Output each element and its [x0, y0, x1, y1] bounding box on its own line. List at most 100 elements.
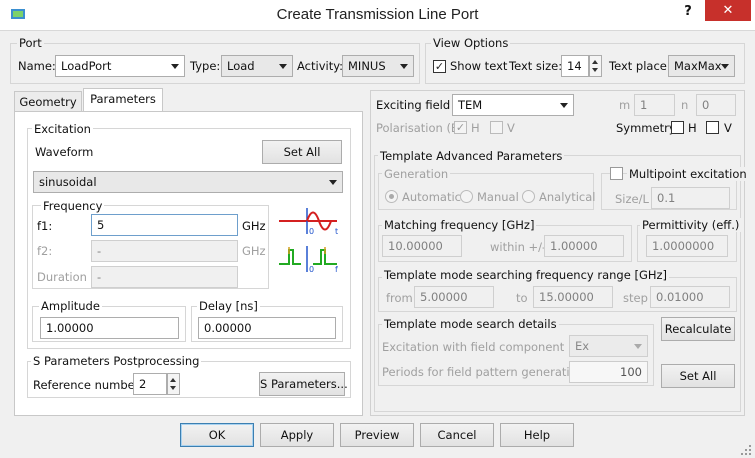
- chevron-down-icon: [634, 344, 642, 349]
- amplitude-input[interactable]: 1.00000: [40, 317, 179, 339]
- f2-input[interactable]: -: [91, 240, 238, 262]
- name-value: LoadPort: [61, 59, 112, 73]
- matching-input[interactable]: 10.00000: [382, 235, 462, 257]
- template-set-all-button[interactable]: Set All: [661, 364, 735, 388]
- excitation-component-value: Ex: [575, 339, 590, 353]
- svg-text:f: f: [335, 265, 338, 274]
- generation-label: Generation: [382, 167, 451, 181]
- tab-parameters[interactable]: Parameters: [83, 88, 163, 112]
- show-text-checkbox[interactable]: ✓: [433, 60, 446, 73]
- symmetry-h-label: H: [688, 121, 697, 135]
- periods-label: Periods for field pattern generation: [382, 365, 584, 379]
- waveform-combo[interactable]: sinusoidal: [33, 171, 343, 193]
- resize-grip-icon[interactable]: [740, 444, 752, 456]
- generation-automatic-label: Automatic: [402, 190, 461, 204]
- text-size-spinner[interactable]: [589, 55, 602, 77]
- text-size-input[interactable]: 14: [561, 55, 589, 77]
- f2-unit: GHz: [242, 244, 266, 258]
- window-title: Create Transmission Line Port: [276, 6, 479, 23]
- m-input[interactable]: 1: [634, 94, 675, 116]
- chevron-down-icon: [721, 64, 729, 69]
- name-label: Name:: [18, 59, 56, 73]
- name-combo[interactable]: LoadPort: [55, 55, 185, 77]
- chevron-down-icon: [171, 64, 179, 69]
- preview-button[interactable]: Preview: [340, 423, 414, 447]
- permittivity-label: Permittivity (eff.): [640, 218, 742, 232]
- polarisation-h-checkbox[interactable]: ✓: [454, 121, 467, 134]
- reference-number-input[interactable]: 2: [133, 373, 167, 395]
- help-button[interactable]: Help: [500, 423, 574, 447]
- excitation-component-combo[interactable]: Ex: [569, 335, 648, 357]
- cancel-button[interactable]: Cancel: [420, 423, 494, 447]
- s-parameters-button[interactable]: S Parameters...: [259, 372, 348, 396]
- within-label: within +/-: [490, 240, 547, 254]
- activity-combo[interactable]: MINUS: [342, 55, 414, 77]
- polarisation-v-checkbox[interactable]: [490, 121, 503, 134]
- ok-button[interactable]: OK: [180, 423, 254, 447]
- template-label: Template Advanced Parameters: [378, 149, 565, 163]
- delay-label: Delay [ns]: [197, 299, 260, 313]
- to-input[interactable]: 15.00000: [533, 286, 613, 308]
- matching-label: Matching frequency [GHz]: [382, 218, 537, 232]
- spin-up-icon: [592, 60, 598, 64]
- polarisation-label: Polarisation (E): [376, 121, 463, 135]
- apply-button[interactable]: Apply: [260, 423, 334, 447]
- generation-analytical-radio[interactable]: [522, 190, 535, 203]
- reference-number-spinner[interactable]: [167, 373, 180, 395]
- size-l-input[interactable]: 0.1: [651, 187, 730, 209]
- text-place-combo[interactable]: MaxMax: [668, 55, 735, 77]
- chevron-down-icon: [560, 103, 568, 108]
- f2-label: f2:: [37, 244, 53, 258]
- excitation-set-all-button[interactable]: Set All: [262, 140, 342, 164]
- svg-text:0: 0: [309, 265, 314, 274]
- type-label: Type:: [190, 59, 221, 73]
- permittivity-input[interactable]: 1.0000000: [646, 235, 728, 257]
- f1-unit: GHz: [242, 219, 266, 233]
- from-input[interactable]: 5.00000: [414, 286, 494, 308]
- checkmark-icon: ✓: [455, 121, 466, 134]
- f1-label: f1:: [37, 219, 53, 233]
- close-button[interactable]: ✕: [705, 0, 751, 21]
- periods-input[interactable]: 100: [569, 361, 648, 383]
- f1-input[interactable]: 5: [91, 214, 238, 236]
- exciting-field-combo[interactable]: TEM: [452, 94, 574, 116]
- port-group-label: Port: [17, 36, 44, 50]
- symmetry-label: Symmetry: [616, 121, 676, 135]
- multipoint-label: Multipoint excitation: [627, 167, 749, 181]
- exciting-field-label: Exciting field: [376, 98, 451, 112]
- sinusoid-waveform-icon: 0 t: [279, 208, 338, 236]
- n-input[interactable]: 0: [696, 94, 736, 116]
- help-icon[interactable]: ?: [677, 4, 699, 26]
- within-input[interactable]: 1.00000: [544, 235, 624, 257]
- symmetry-v-label: V: [724, 121, 732, 135]
- amplitude-label: Amplitude: [39, 299, 102, 313]
- spin-down-icon: [592, 68, 598, 72]
- symmetry-v-checkbox[interactable]: [706, 121, 719, 134]
- text-place-value: MaxMax: [674, 59, 722, 73]
- waveform-value: sinusoidal: [39, 175, 97, 189]
- frequency-label: Frequency: [41, 199, 105, 213]
- from-label: from: [386, 291, 413, 305]
- svg-text:t: t: [335, 227, 338, 236]
- spectrum-waveform-icon: 0 f: [279, 246, 338, 274]
- generation-manual-radio[interactable]: [460, 190, 473, 203]
- svg-text:0: 0: [309, 227, 314, 236]
- type-combo[interactable]: Load: [221, 55, 293, 77]
- m-label: m: [619, 98, 631, 112]
- symmetry-h-checkbox[interactable]: [671, 121, 684, 134]
- excitation-label: Excitation: [32, 122, 93, 136]
- tab-geometry[interactable]: Geometry: [14, 91, 82, 112]
- multipoint-checkbox[interactable]: [610, 167, 623, 180]
- excitation-component-label: Excitation with field component: [382, 340, 565, 354]
- recalculate-button[interactable]: Recalculate: [661, 317, 735, 341]
- activity-label: Activity:: [297, 59, 344, 73]
- checkmark-icon: ✓: [434, 60, 445, 73]
- activity-value: MINUS: [348, 59, 386, 73]
- duration-input[interactable]: -: [91, 266, 238, 288]
- step-input[interactable]: 0.01000: [650, 286, 730, 308]
- generation-automatic-radio[interactable]: [385, 190, 398, 203]
- delay-input[interactable]: 0.00000: [198, 317, 336, 339]
- spin-down-icon: [170, 386, 176, 390]
- range-label: Template mode searching frequency range …: [382, 268, 670, 282]
- text-size-label: Text size:: [509, 59, 563, 73]
